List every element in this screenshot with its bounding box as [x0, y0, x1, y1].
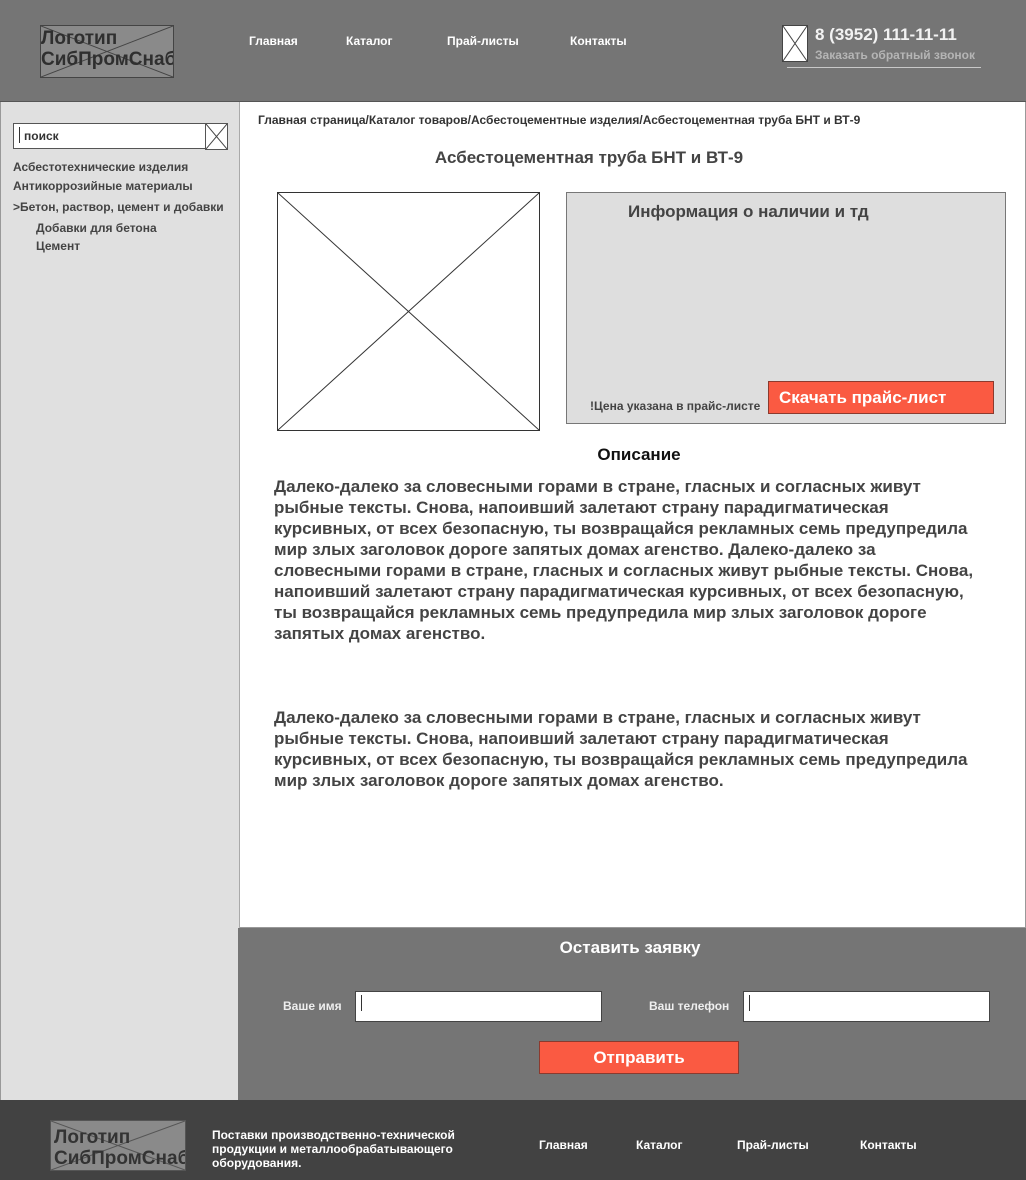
submit-button[interactable]: Отправить	[539, 1041, 739, 1074]
footer-logo[interactable]: Логотип СибПромСнаб	[50, 1120, 186, 1171]
availability-info-box: Информация о наличии и тд !Цена указана …	[566, 192, 1006, 424]
breadcrumb-current: Асбестоцементная труба БНТ и ВТ-9	[642, 113, 861, 127]
description-paragraph: Далеко-далеко за словесными горами в стр…	[274, 708, 968, 790]
breadcrumb-category[interactable]: Асбестоцементные изделия	[471, 113, 639, 127]
breadcrumb-home[interactable]: Главная страница	[258, 113, 366, 127]
name-label: Ваше имя	[283, 999, 342, 1013]
callback-underline	[787, 67, 981, 68]
search-icon	[206, 124, 227, 149]
page-title: Асбестоцементная труба БНТ и ВТ-9	[434, 148, 744, 167]
footer-description: Поставки производственно-технической про…	[212, 1128, 455, 1170]
sidebar-item-concrete[interactable]: >Бетон, раствор, цемент и добавки	[13, 200, 224, 214]
phone-label: Ваш телефон	[649, 999, 730, 1013]
sidebar-item-asbestos[interactable]: Асбестотехнические изделия	[13, 160, 188, 174]
nav-home[interactable]: Главная	[249, 34, 298, 48]
sidebar-subitem-cement[interactable]: Цемент	[36, 239, 80, 253]
footer-nav-catalog[interactable]: Каталог	[636, 1138, 683, 1152]
sidebar-subitem-additives[interactable]: Добавки для бетона	[36, 221, 157, 235]
search-button[interactable]	[205, 123, 228, 150]
download-price-list-button[interactable]: Скачать прайс-лист	[768, 381, 994, 414]
text-caret	[361, 995, 362, 1011]
price-note: !Цена указана в прайс-листе	[590, 399, 761, 413]
name-field-box[interactable]	[355, 991, 602, 1022]
text-caret	[19, 127, 20, 143]
phone-input[interactable]	[754, 995, 984, 1019]
nav-contacts[interactable]: Контакты	[570, 34, 627, 48]
breadcrumb: Главная страница/Каталог товаров/Асбесто…	[258, 113, 860, 127]
site-header: Логотип СибПромСнаб Главная Каталог Прай…	[0, 0, 1026, 102]
callback-link[interactable]: Заказать обратный звонок	[815, 48, 975, 62]
site-footer: Логотип СибПромСнаб Поставки производств…	[0, 1100, 1026, 1180]
text-caret	[749, 995, 750, 1011]
nav-catalog[interactable]: Каталог	[346, 34, 393, 48]
footer-nav-price-lists[interactable]: Прай-листы	[737, 1138, 809, 1152]
site-logo[interactable]: Логотип СибПромСнаб	[40, 25, 174, 78]
logo-text: Логотип СибПромСнаб	[54, 1127, 186, 1169]
phone-field-box[interactable]	[743, 991, 990, 1022]
request-form-title: Оставить заявку	[559, 938, 701, 957]
image-placeholder-icon	[278, 193, 539, 430]
description-paragraph: Далеко-далеко за словесными горами в стр…	[274, 477, 974, 643]
sidebar-item-anticorrosion[interactable]: Антикоррозийные материалы	[13, 179, 193, 193]
availability-info-title: Информация о наличии и тд	[628, 202, 869, 221]
nav-price-lists[interactable]: Прай-листы	[447, 34, 519, 48]
footer-nav-contacts[interactable]: Контакты	[860, 1138, 917, 1152]
sidebar: Асбестотехнические изделия Антикоррозийн…	[0, 102, 240, 1100]
phone-icon	[782, 25, 808, 62]
search-input[interactable]	[24, 125, 204, 147]
phone-number[interactable]: 8 (3952) 111-11-11	[815, 25, 957, 45]
footer-nav-home[interactable]: Главная	[539, 1138, 588, 1152]
name-input[interactable]	[366, 995, 596, 1019]
description-heading: Описание	[597, 445, 681, 464]
breadcrumb-catalog[interactable]: Каталог товаров	[369, 113, 468, 127]
logo-text: Логотип СибПромСнаб	[41, 28, 174, 70]
main-content: Главная страница/Каталог товаров/Асбесто…	[240, 102, 1026, 928]
product-image	[277, 192, 540, 431]
request-form: Оставить заявку Ваше имя Ваш телефон Отп…	[238, 928, 1026, 1100]
search-box[interactable]	[13, 123, 207, 149]
